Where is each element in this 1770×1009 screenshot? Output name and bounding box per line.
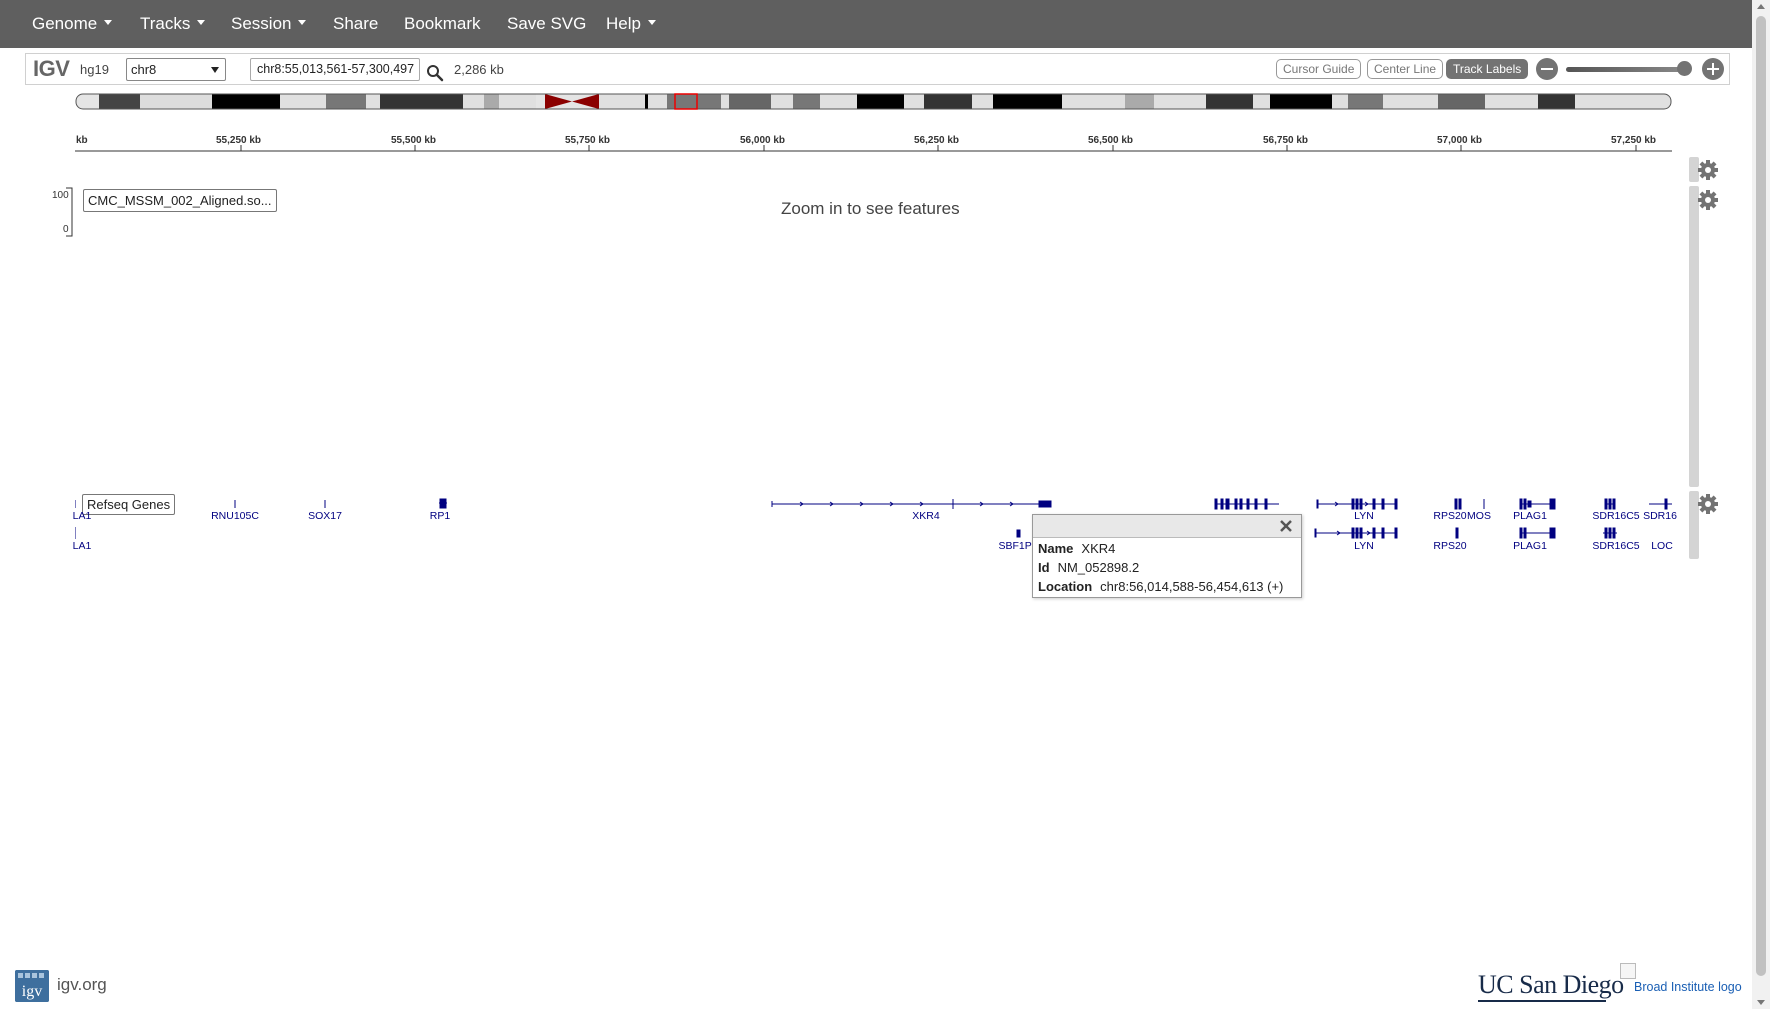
center-line-button[interactable]: Center Line [1367,59,1444,79]
broad-institute-logo-link[interactable]: Broad Institute logo [1634,980,1742,994]
igv-org-link[interactable]: igv.org [57,975,107,995]
svg-text:igv: igv [22,983,42,1000]
gene-label[interactable]: RP1 [430,510,450,522]
popup-header[interactable] [1033,515,1301,538]
feature-popup: Name XKR4 Id NM_052898.2 Location chr8:56,0… [1032,514,1302,598]
help-menu-label: Help [606,14,641,33]
track-axis-bracket [66,187,73,237]
gene-label[interactable]: SDR16C5 [1592,540,1639,552]
track-labels-button[interactable]: Track Labels [1446,59,1529,79]
ruler-axis [75,145,1672,152]
genome-menu[interactable]: Genome [32,0,113,48]
gene-label[interactable]: RPS20 [1433,540,1466,552]
tracks-menu[interactable]: Tracks [140,0,206,48]
session-menu[interactable]: Session [231,0,307,48]
session-menu-label: Session [231,14,292,33]
share-menu[interactable]: Share [333,0,378,48]
refseq-track-gear-icon[interactable] [1697,493,1719,515]
gene-label[interactable]: LOC [1651,540,1673,552]
cursor-guide-button[interactable]: Cursor Guide [1276,59,1362,79]
alignment-track-gear-icon[interactable] [1697,189,1719,211]
gene-label[interactable]: RPS20 [1433,510,1466,522]
chromosome-select[interactable]: chr8 [126,58,226,81]
popup-id-value: NM_052898.2 [1057,560,1140,575]
igv-logo-icon[interactable]: igv [15,970,49,1002]
gene-label[interactable]: MOS [1467,510,1491,522]
gene-label[interactable]: SDR16 [1643,510,1677,522]
zoom-in-message: Zoom in to see features [781,199,960,218]
chevron-down-icon [211,67,219,73]
zoom-slider-handle[interactable] [1677,61,1692,76]
chevron-down-icon [197,20,206,26]
help-menu[interactable]: Help [606,0,656,48]
chromosome-ideogram[interactable] [75,93,1672,110]
popup-location-value: chr8:56,014,588-56,454,613 (+) [1100,579,1284,594]
gene-label[interactable]: XKR4 [912,510,939,522]
gene-label[interactable]: LA1 [73,510,92,522]
alignment-track-drag-handle[interactable] [1689,186,1699,487]
popup-name-value: XKR4 [1081,541,1116,556]
chromosome-select-value: chr8 [131,62,157,77]
zoom-out-icon[interactable] [1536,58,1558,80]
popup-location-row: Location chr8:56,014,588-56,454,613 (+) [1038,579,1283,594]
popup-name-key: Name [1038,541,1074,556]
gene-label[interactable]: SOX17 [308,510,342,522]
popup-id-key: Id [1038,560,1050,575]
gene-label[interactable]: SDR16C5 [1592,510,1639,522]
gene-label[interactable]: LYN [1354,540,1374,552]
page-scrollbar[interactable] [1752,0,1770,1009]
popup-name-row: Name XKR4 [1038,541,1115,556]
save-svg-menu[interactable]: Save SVG [507,0,586,48]
scroll-down-arrow-icon[interactable] [1757,1000,1765,1005]
genome-menu-label: Genome [32,14,98,33]
alignment-track-label[interactable]: CMC_MSSM_002_Aligned.so... [83,189,277,212]
genome-id: hg19 [80,62,109,77]
popup-location-key: Location [1038,579,1093,594]
share-menu-label: Share [333,14,379,33]
igv-logo: IGV [33,56,70,81]
top-nav-bar: Genome Tracks Session Share Bookmark Sav… [0,0,1770,48]
refseq-features[interactable] [75,495,1672,565]
zoom-in-icon[interactable] [1702,58,1724,80]
tracks-menu-label: Tracks [140,14,191,33]
scrollbar-thumb[interactable] [1756,16,1766,976]
locus-search-input[interactable]: chr8:55,013,561-57,300,497 [250,58,420,81]
ruler-track-gear-icon[interactable] [1697,159,1719,181]
scroll-up-arrow-icon[interactable] [1757,4,1765,9]
gene-label[interactable]: RNU105C [211,510,259,522]
close-icon[interactable] [1279,519,1293,533]
gene-label[interactable]: PLAG1 [1513,540,1547,552]
zoom-slider[interactable] [1566,67,1686,72]
gene-label[interactable]: LYN [1354,510,1374,522]
chevron-down-icon [298,20,307,26]
gene-label[interactable]: PLAG1 [1513,510,1547,522]
chevron-down-icon [104,20,113,26]
bookmark-menu[interactable]: Bookmark [404,0,481,48]
chevron-down-icon [647,20,656,26]
ucsd-logo-underline [1478,1000,1606,1002]
bookmark-menu-label: Bookmark [404,14,481,33]
ucsd-logo[interactable]: UC San Diego [1478,970,1624,1000]
popup-id-row: Id NM_052898.2 [1038,560,1139,575]
window-size-label: 2,286 kb [454,62,504,77]
refseq-track-label[interactable]: Refseq Genes [82,494,176,515]
save-svg-menu-label: Save SVG [507,14,587,33]
search-icon[interactable] [426,64,444,82]
broken-image-icon [1620,963,1636,979]
gene-label[interactable]: LA1 [73,540,92,552]
